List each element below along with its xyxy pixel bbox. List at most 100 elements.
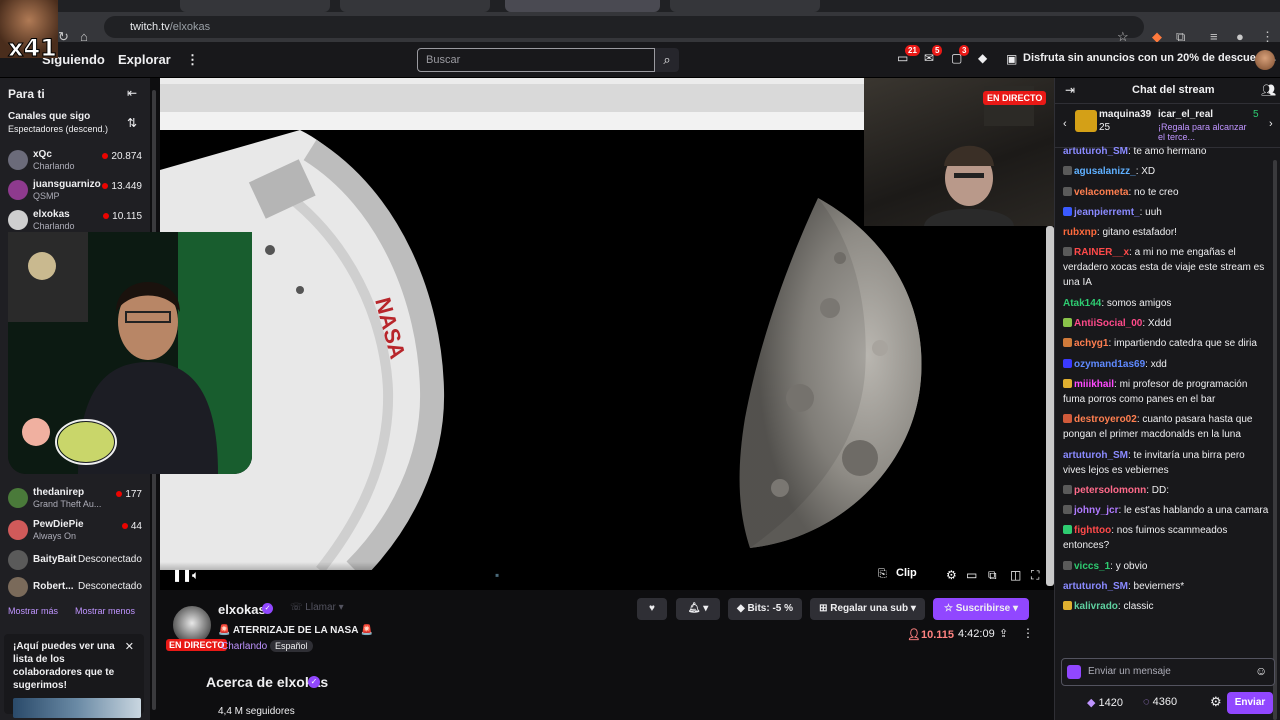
chat-username[interactable]: ozymand1as69 xyxy=(1074,359,1145,370)
gift-cta-link[interactable]: ¡Regala para alcanzar el terce... xyxy=(1158,122,1253,142)
prime-loot-icon[interactable]: ▭ 21 xyxy=(897,45,920,67)
chat-username[interactable]: johny_jcr xyxy=(1074,505,1118,516)
sidebar-channel-thedanirep[interactable]: thedanirep Grand Theft Au... 177 xyxy=(8,486,148,512)
chat-badge-icon[interactable] xyxy=(1063,378,1072,388)
theatre-mode-icon[interactable]: ▭ xyxy=(966,568,977,582)
collapse-sidebar-icon[interactable]: ⇤ xyxy=(127,86,137,100)
chat-username[interactable]: kalivrado xyxy=(1074,601,1118,612)
browser-tab[interactable] xyxy=(670,0,820,12)
browser-tab[interactable] xyxy=(180,0,330,12)
pause-icon[interactable]: ❚❚ xyxy=(172,568,192,582)
chat-username[interactable]: agusalanizz_ xyxy=(1074,166,1136,177)
inbox-icon[interactable]: ✉ 5 xyxy=(924,45,943,67)
bits-button[interactable]: ◆ Bits: -5 % xyxy=(728,598,802,620)
settings-icon[interactable]: ⚙ xyxy=(946,568,957,582)
notification-badge: 5 xyxy=(932,45,943,56)
chat-badge-icon[interactable] xyxy=(1063,358,1072,368)
chat-message: artuturoh_SM: te invitaría una birra per… xyxy=(1063,448,1269,478)
chat-badge-icon[interactable] xyxy=(1063,206,1072,216)
sidebar-channel-pewdiepie[interactable]: PewDiePie Always On 44 xyxy=(8,518,148,544)
chat-username[interactable]: viccs_1 xyxy=(1074,561,1110,572)
notification-badge: 3 xyxy=(959,45,970,56)
chevron-right-icon[interactable]: › xyxy=(1269,118,1273,130)
gift-count: 5 xyxy=(1253,109,1259,120)
sort-icon[interactable]: ⇅ xyxy=(127,116,137,130)
chat-badge-icon[interactable] xyxy=(1063,338,1072,348)
channel-avatar xyxy=(8,210,28,230)
chat-badge-icon[interactable] xyxy=(1063,560,1072,570)
show-more-link[interactable]: Mostrar más xyxy=(8,606,58,616)
chat-badge-icon[interactable] xyxy=(1063,525,1072,535)
chat-badge-icon[interactable] xyxy=(1063,601,1072,611)
channel-points[interactable]: ◆ 1420 xyxy=(1087,696,1123,709)
send-button[interactable]: Enviar xyxy=(1227,692,1273,714)
chat-username[interactable]: AntiiSocial_00 xyxy=(1074,318,1142,329)
chat-settings-icon[interactable]: ⚙ xyxy=(1210,694,1222,710)
theatre-icon[interactable]: ◫ xyxy=(1010,568,1021,582)
chat-username[interactable]: artuturoh_SM xyxy=(1063,450,1128,461)
chat-username[interactable]: RAINER__x xyxy=(1074,247,1129,258)
chat-username[interactable]: jeanpierremt_ xyxy=(1074,207,1140,218)
video-player[interactable]: NASA EN DIRECTO ❚❚ 🔈︎ ▪ ⎘ Clip ⚙ ▭ ⧉ ◫ ⛶ xyxy=(160,78,1054,590)
whispers-icon[interactable]: ▢ 3 xyxy=(951,45,970,67)
chat-username[interactable]: velacometa xyxy=(1074,187,1128,198)
chat-badge-icon[interactable] xyxy=(1063,484,1072,494)
chat-username[interactable]: rubxnp xyxy=(1063,227,1097,238)
chat-badge-icon[interactable] xyxy=(1063,166,1072,176)
chat-username[interactable]: destroyero02 xyxy=(1074,414,1137,425)
video-scrollbar[interactable] xyxy=(1046,226,1054,586)
popout-player-icon[interactable]: ⧉ xyxy=(988,568,997,583)
nav-explore[interactable]: Explorar xyxy=(118,52,171,67)
show-less-link[interactable]: Mostrar menos xyxy=(75,606,135,616)
chat-username[interactable]: petersolomonn xyxy=(1074,485,1146,496)
language-tag[interactable]: Español xyxy=(270,640,313,652)
chat-username[interactable]: Atak144 xyxy=(1063,298,1101,309)
chevron-left-icon[interactable]: ‹ xyxy=(1063,118,1067,130)
user-avatar[interactable] xyxy=(1255,50,1275,70)
chat-badge-icon[interactable] xyxy=(1063,186,1072,196)
notifications-button[interactable]: 🔔︎ ▾ xyxy=(676,598,720,620)
close-icon[interactable]: ✕ xyxy=(125,640,134,653)
browser-tab-active[interactable] xyxy=(505,0,660,12)
chat-badge-icon[interactable] xyxy=(1067,665,1081,679)
stream-category[interactable]: Charlando xyxy=(221,641,267,652)
channel-points-secondary[interactable]: ◌ 4360 xyxy=(1143,696,1177,708)
sidebar-channel-elxokas[interactable]: elxokas Charlando 10.115 xyxy=(8,208,148,234)
chat-badge-icon[interactable] xyxy=(1063,247,1072,257)
sidebar-channel-robert[interactable]: Robert... Desconectado xyxy=(8,575,148,601)
sidebar-channel-juansguarnizo[interactable]: juansguarnizo QSMP 13.449 xyxy=(8,178,148,204)
emote-picker-icon[interactable]: ☺ xyxy=(1255,664,1267,678)
call-button[interactable]: ☏ Llamar ▾ xyxy=(290,602,344,613)
gift-sub-button[interactable]: ⊞ Regalar una sub ▾ xyxy=(810,598,925,620)
chat-username[interactable]: achyg1 xyxy=(1074,338,1108,349)
volume-icon[interactable]: 🔈︎ xyxy=(192,568,199,583)
chat-username[interactable]: artuturoh_SM xyxy=(1063,581,1128,592)
chat-username[interactable]: artuturoh_SM xyxy=(1063,146,1128,157)
address-bar[interactable]: twitch.tv/elxokas xyxy=(104,16,1144,38)
fullscreen-icon[interactable]: ⛶ xyxy=(1031,568,1039,583)
clip-button[interactable]: Clip xyxy=(896,567,917,579)
chat-users-icon[interactable]: 👥︎ xyxy=(1261,83,1276,97)
browser-tab[interactable] xyxy=(340,0,490,12)
follow-heart-button[interactable]: ♥ xyxy=(637,598,667,620)
chat-username[interactable]: miiikhail xyxy=(1074,379,1114,390)
clip-icon[interactable]: ⎘ xyxy=(878,568,887,581)
channel-name[interactable]: elxokas xyxy=(218,602,266,617)
more-options-icon[interactable]: ⋮ xyxy=(1022,626,1034,640)
chat-input[interactable]: Enviar un mensaje xyxy=(1061,658,1275,686)
ad-free-promo[interactable]: Disfruta sin anuncios con un 20% de desc… xyxy=(1023,52,1276,64)
chat-scrollbar[interactable] xyxy=(1273,160,1277,720)
search-button[interactable]: ⌕ xyxy=(655,48,679,72)
collapse-chat-icon[interactable]: ⇥ xyxy=(1065,83,1075,97)
subscribe-button[interactable]: ☆ Suscribirse ▾ xyxy=(933,598,1029,620)
search-input[interactable]: Buscar xyxy=(417,48,655,72)
chat-username[interactable]: fighttoo xyxy=(1074,525,1111,536)
chat-badge-icon[interactable] xyxy=(1063,414,1072,424)
chat-badge-icon[interactable] xyxy=(1063,505,1072,515)
nav-more-icon[interactable]: ⋮ xyxy=(186,52,199,68)
sidebar-channel-xqc[interactable]: xQc Charlando 20.874 xyxy=(8,148,148,174)
bits-icon[interactable]: ◆ xyxy=(978,51,994,67)
sidebar-channel-baitybait[interactable]: BaityBait Desconectado xyxy=(8,548,148,574)
chat-badge-icon[interactable] xyxy=(1063,318,1072,328)
share-icon[interactable]: ⇪ xyxy=(999,627,1008,640)
